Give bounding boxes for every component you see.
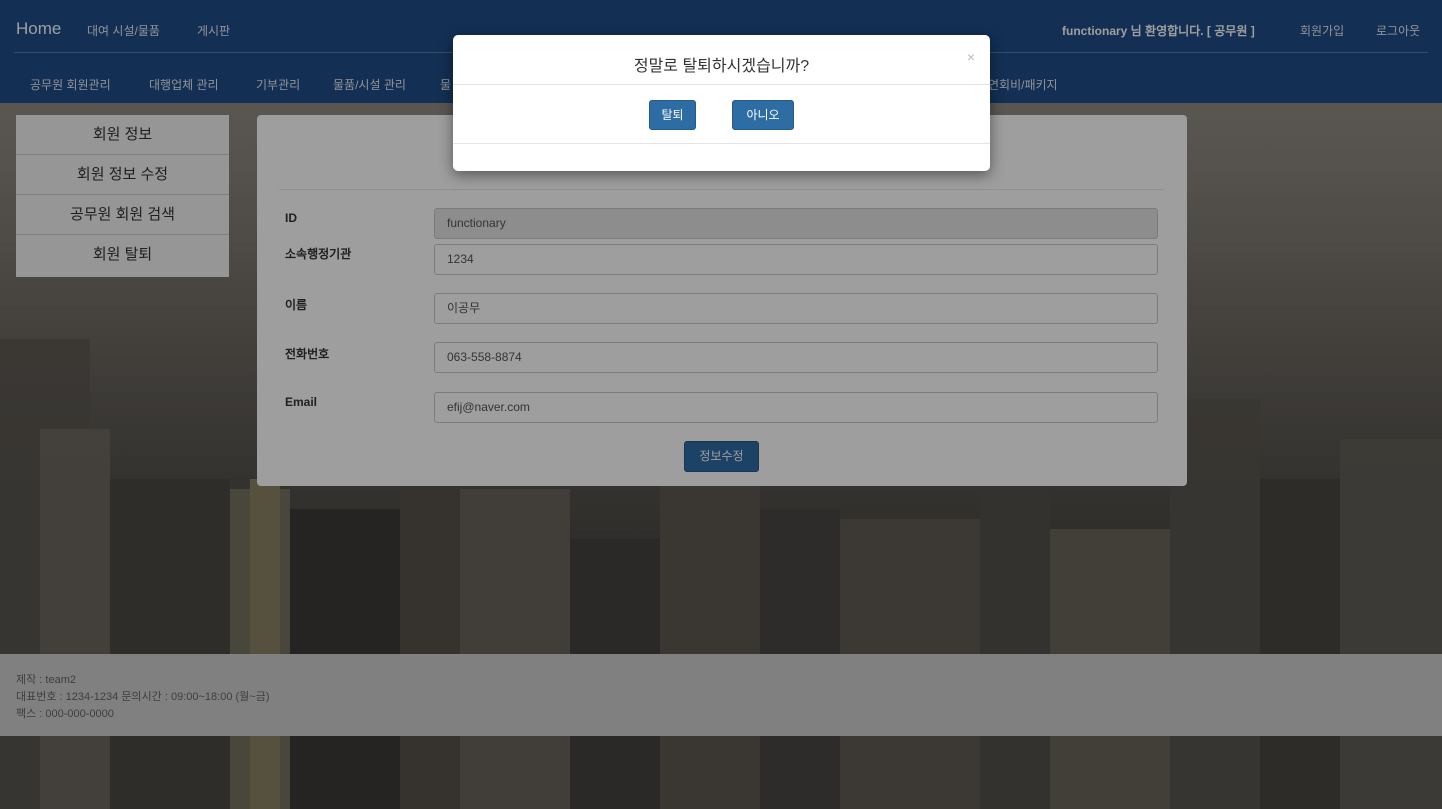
dialog-header-divider <box>453 84 990 85</box>
dialog-footer-divider <box>453 143 990 144</box>
confirm-withdraw-button[interactable]: 탈퇴 <box>649 100 696 130</box>
cancel-button[interactable]: 아니오 <box>732 100 794 130</box>
withdraw-confirm-dialog: 정말로 탈퇴하시겠습니까? × 탈퇴 아니오 <box>453 35 990 171</box>
dialog-title: 정말로 탈퇴하시겠습니까? <box>633 58 810 75</box>
close-icon[interactable]: × <box>967 49 975 65</box>
